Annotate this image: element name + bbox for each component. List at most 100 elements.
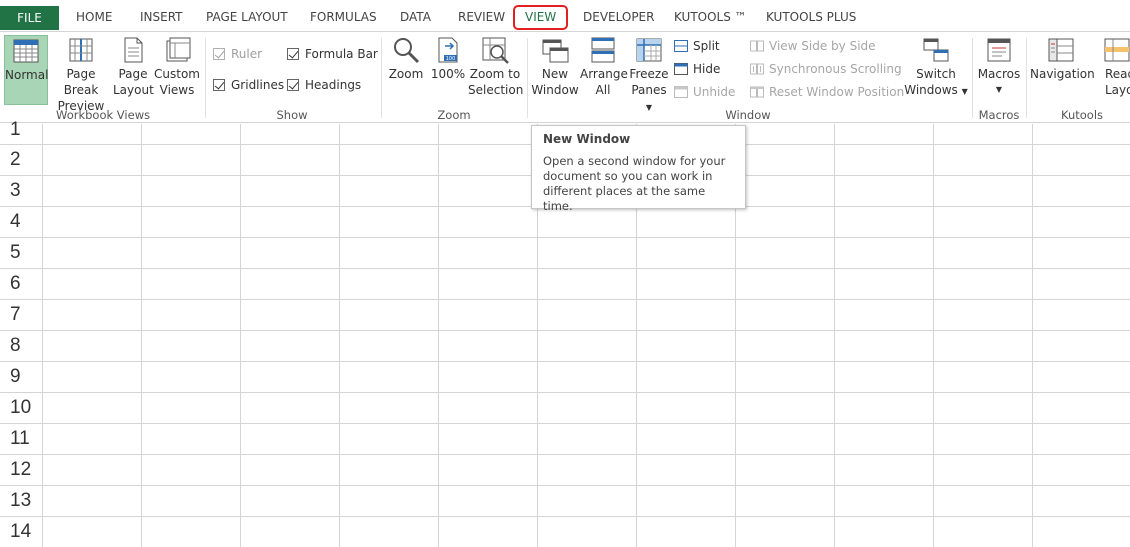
switch-windows-button[interactable]: Switch Windows ▼ [904,35,968,100]
page-break-label-1: Page Break [63,67,99,97]
magnifier-icon [394,38,420,64]
row-header[interactable]: 14 [0,521,42,543]
custom-views-label-2: Views [159,83,195,97]
normal-view-button[interactable]: Normal [4,35,48,105]
reading-layout-button[interactable]: Read Layo [1098,35,1130,98]
navigation-button[interactable]: Navigation [1030,35,1095,82]
freeze-panes-button[interactable]: Freeze Panes ▼ [628,35,670,116]
group-label-window: Window [725,108,771,122]
gridlines-checkbox[interactable]: Gridlines [213,78,284,92]
normal-view-icon [13,39,39,63]
tooltip-body-line: different places at the same time. [543,184,706,213]
arrange-all-button[interactable]: Arrange All [580,35,628,98]
arrange-all-label-1: Arrange [580,67,628,81]
headings-check-icon [287,79,299,91]
page-layout-view-button[interactable]: Page Layout [113,35,154,98]
row-header[interactable]: 3 [0,180,42,202]
zoom-100-label: 100% [430,67,466,81]
row-header[interactable]: 2 [0,149,42,171]
row-header[interactable]: 4 [0,211,42,233]
zoom-to-selection-icon [482,37,509,64]
macros-button[interactable]: Macros ▼ [976,35,1022,98]
zoom-100-button[interactable]: 100 100% [430,35,466,82]
unhide-button[interactable]: Unhide [674,85,735,99]
ruler-label: Ruler [231,47,263,61]
switch-windows-label-2: Windows ▼ [904,82,968,100]
new-window-button[interactable]: New Window [531,35,579,98]
zoom-to-selection-label-1: Zoom to [469,67,521,81]
unhide-window-icon [674,86,688,98]
row-header[interactable]: 13 [0,490,42,512]
macros-label: Macros [977,67,1021,81]
tab-page-layout[interactable]: PAGE LAYOUT [206,6,288,28]
row-header[interactable]: 7 [0,304,42,326]
ribbon-tab-bar: FILE HOME INSERT PAGE LAYOUT FORMULAS DA… [0,0,1130,32]
tab-kutools-plus[interactable]: KUTOOLS PLUS [766,6,856,28]
side-by-side-icon [750,40,764,52]
new-window-label-1: New [541,67,569,81]
tab-insert[interactable]: INSERT [140,6,183,28]
row-header[interactable]: 8 [0,335,42,357]
gridlines-check-icon [213,79,225,91]
zoom-to-selection-label-2: Selection [468,83,524,97]
tab-view[interactable]: VIEW [513,5,569,30]
group-separator [205,38,206,118]
switch-windows-icon [923,38,949,62]
synchronous-scrolling-button[interactable]: Synchronous Scrolling [750,62,902,76]
switch-windows-label-1: Switch [916,67,956,81]
normal-label: Normal [5,68,49,82]
synchronous-scrolling-label: Synchronous Scrolling [769,62,902,76]
freeze-panes-label-2: Panes ▼ [628,82,670,116]
row-header[interactable]: 5 [0,242,42,264]
reset-window-position-button[interactable]: Reset Window Position [750,85,904,99]
split-label: Split [693,39,720,53]
arrange-all-label-2: All [595,83,611,97]
group-label-workbook-views: Workbook Views [56,108,151,122]
page-break-preview-button[interactable]: Page Break Preview [50,35,112,114]
group-label-show: Show [276,108,308,122]
reading-layout-label-2: Layo [1105,83,1130,97]
zoom-to-selection-button[interactable]: Zoom to Selection [468,35,524,98]
new-window-icon [542,39,569,63]
reading-layout-label-1: Read [1105,67,1130,81]
row-header[interactable]: 12 [0,459,42,481]
view-side-by-side-button[interactable]: View Side by Side [750,39,876,53]
ruler-checkbox[interactable]: Ruler [213,47,262,61]
row-header[interactable]: 10 [0,397,42,419]
macros-icon [987,38,1011,62]
zoom-label: Zoom [388,67,424,81]
group-separator [972,38,973,118]
tab-data[interactable]: DATA [400,6,431,28]
custom-views-button[interactable]: Custom Views [154,35,200,98]
row-header[interactable]: 9 [0,366,42,388]
row-header[interactable]: 6 [0,273,42,295]
row-header[interactable]: 1 [0,119,42,141]
reset-position-icon [750,86,764,98]
tab-kutools[interactable]: KUTOOLS ™ [674,6,747,28]
reset-window-position-label: Reset Window Position [769,85,905,99]
svg-text:100: 100 [446,56,456,62]
sync-scroll-icon [750,63,764,75]
tooltip-body-line: Open a second window for your [543,154,726,168]
hide-button[interactable]: Hide [674,62,720,76]
tab-home[interactable]: HOME [76,6,112,28]
tab-developer[interactable]: DEVELOPER [583,6,654,28]
headings-label: Headings [305,78,362,92]
tab-formulas[interactable]: FORMULAS [310,6,377,28]
row-header[interactable]: 11 [0,428,42,450]
group-separator [381,38,382,118]
formula-bar-checkbox[interactable]: Formula Bar [287,47,378,61]
tab-file[interactable]: FILE [0,6,59,30]
tooltip-title: New Window [543,132,631,146]
freeze-panes-label-text: Panes [631,83,667,97]
group-label-zoom: Zoom [437,108,471,122]
ribbon: Normal Page Break Preview Page Layout Cu… [0,31,1130,123]
tab-review[interactable]: REVIEW [458,6,505,28]
page-layout-label-1: Page [118,67,148,81]
split-button[interactable]: Split [674,39,720,53]
arrange-all-icon [591,37,615,63]
chevron-down-icon: ▼ [645,103,653,112]
zoom-button[interactable]: Zoom [386,35,426,82]
headings-checkbox[interactable]: Headings [287,78,361,92]
new-window-tooltip: New Window Open a second window for your… [531,125,746,213]
